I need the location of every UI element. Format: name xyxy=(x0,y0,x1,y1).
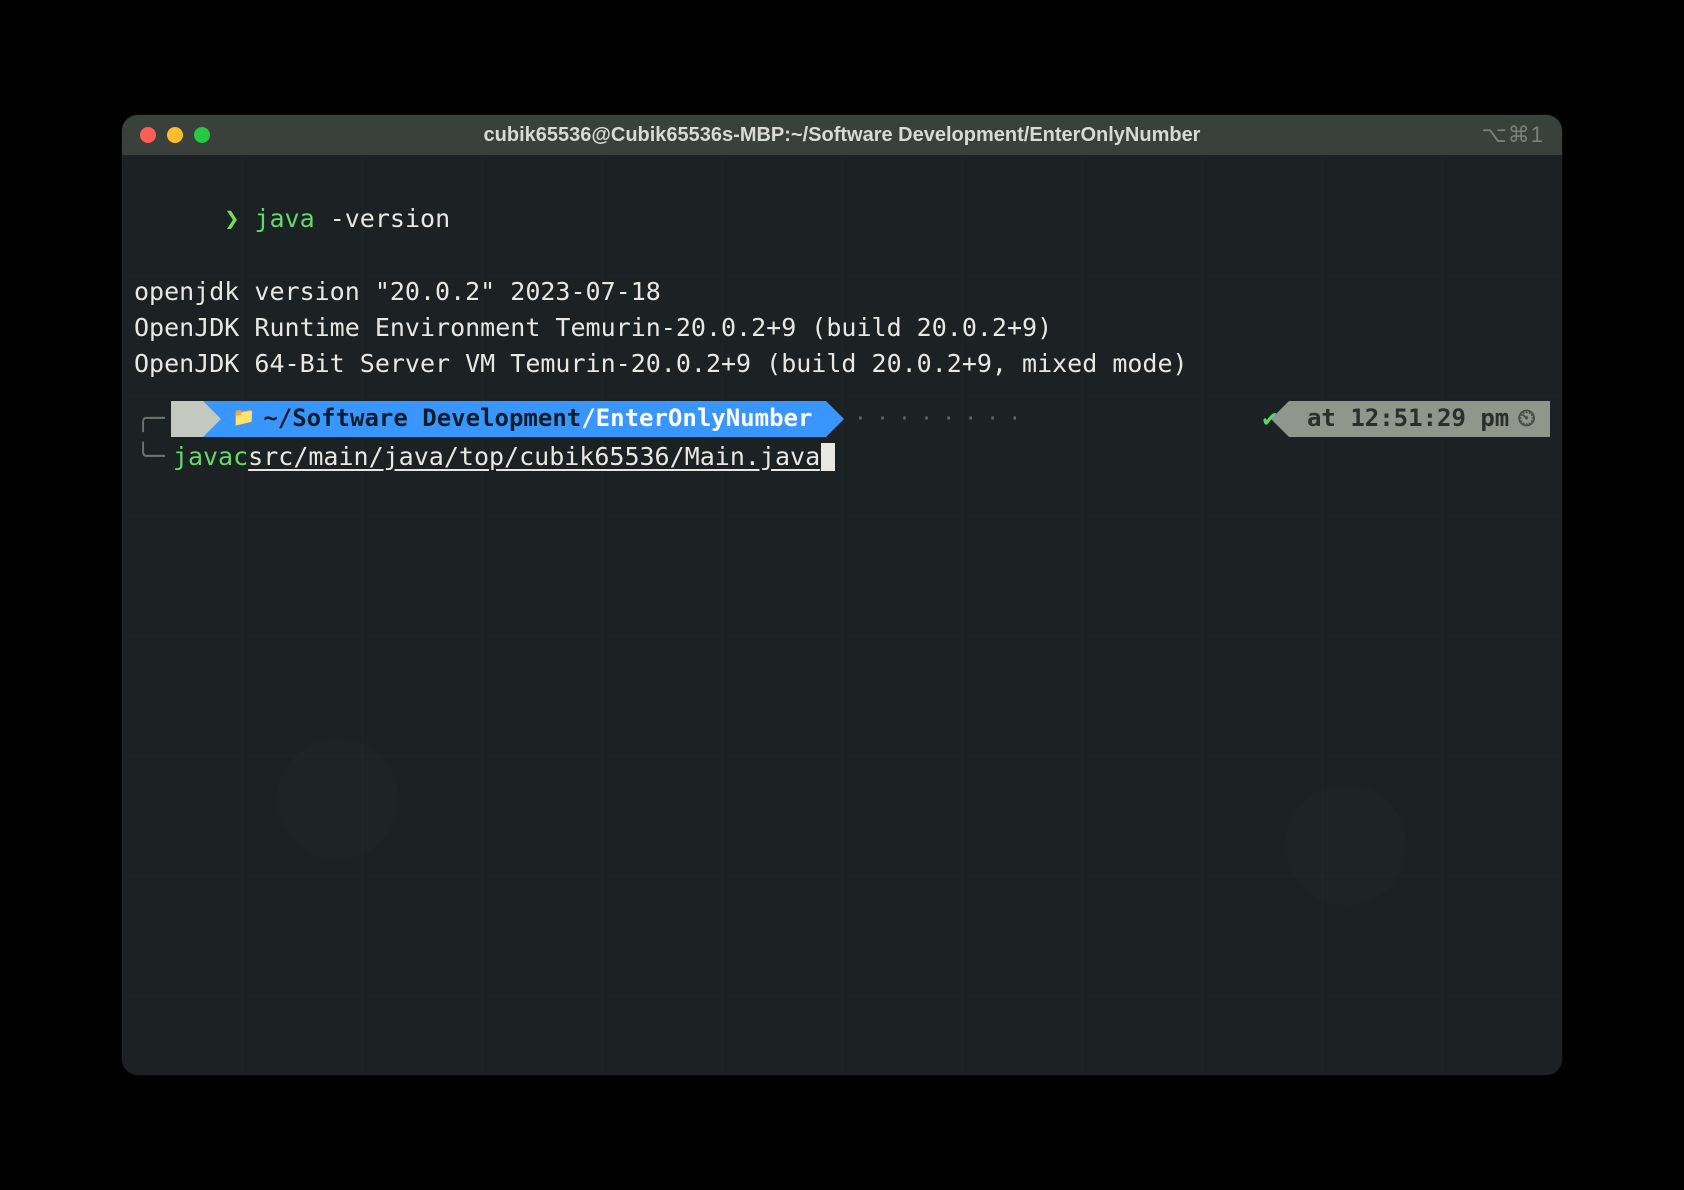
cwd-path-sep: / xyxy=(581,401,595,436)
output-line: OpenJDK 64-Bit Server VM Temurin-20.0.2+… xyxy=(134,346,1550,382)
prompt-caret-icon: ❯ xyxy=(224,204,239,233)
folder-icon: 📁 xyxy=(233,405,255,431)
powerline-filler: ········ xyxy=(826,404,1250,433)
zoom-button[interactable] xyxy=(194,127,210,143)
cwd-path-prefix: ~/Software Development xyxy=(263,401,581,436)
time-label: at 12:51:29 pm xyxy=(1307,401,1509,436)
terminal-body[interactable]: ❯ java -version openjdk version "20.0.2"… xyxy=(122,155,1562,1075)
cursor-icon xyxy=(821,443,835,471)
prompt-branch-top-icon: ╭─ xyxy=(134,401,171,436)
titlebar[interactable]: cubik65536@Cubik65536s-MBP:~/Software De… xyxy=(122,115,1562,155)
command-line-1: ❯ java -version xyxy=(134,165,1550,274)
command-args: -version xyxy=(315,204,450,233)
command-name: java xyxy=(254,204,314,233)
powerline-prompt: ╭─ 📁 ~/Software Development/EnterOnlyNum… xyxy=(134,401,1550,437)
traffic-lights xyxy=(122,127,210,143)
command-name: javac xyxy=(173,439,248,475)
time-segment: at 12:51:29 pm ⏲ xyxy=(1289,401,1550,437)
cwd-path-leaf: EnterOnlyNumber xyxy=(596,401,813,436)
window-title: cubik65536@Cubik65536s-MBP:~/Software De… xyxy=(122,124,1562,147)
cwd-segment: 📁 ~/Software Development/EnterOnlyNumber xyxy=(203,401,827,437)
window-shortcut-hint: ⌥⌘1 xyxy=(1481,122,1544,148)
output-line: openjdk version "20.0.2" 2023-07-18 xyxy=(134,274,1550,310)
os-segment xyxy=(171,401,203,437)
minimize-button[interactable] xyxy=(167,127,183,143)
output-line: OpenJDK Runtime Environment Temurin-20.0… xyxy=(134,310,1550,346)
clock-icon: ⏲ xyxy=(1517,401,1536,436)
command-line-2[interactable]: ╰─ javac src/main/java/top/cubik65536/Ma… xyxy=(134,439,1550,475)
terminal-window: cubik65536@Cubik65536s-MBP:~/Software De… xyxy=(122,115,1562,1075)
close-button[interactable] xyxy=(140,127,156,143)
command-filepath: src/main/java/top/cubik65536/Main.java xyxy=(248,439,820,475)
prompt-branch-bottom-icon: ╰─ xyxy=(134,439,173,474)
